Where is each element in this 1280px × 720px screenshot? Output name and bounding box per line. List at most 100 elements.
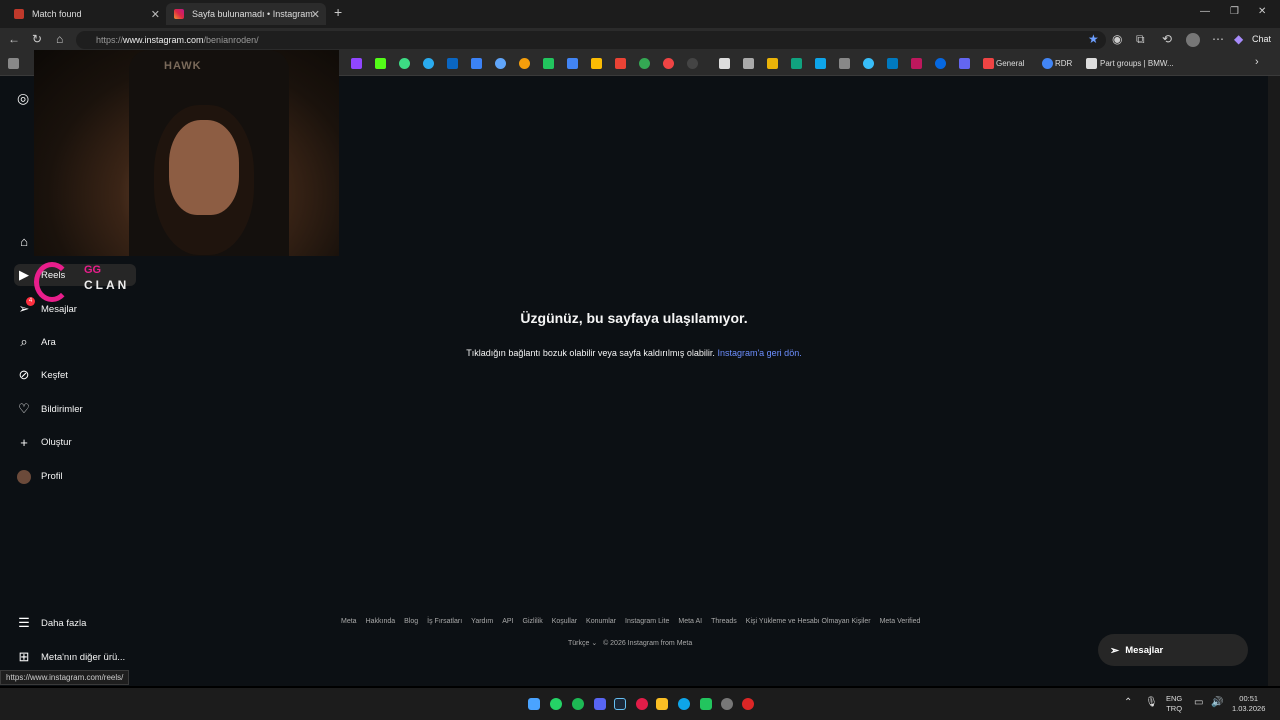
back-icon[interactable]: ← bbox=[8, 32, 20, 46]
sidebar-item-notifications[interactable]: ♡ Bildirimler bbox=[14, 398, 83, 420]
footer-link[interactable]: Koşullar bbox=[552, 618, 577, 625]
discord-icon[interactable] bbox=[594, 698, 606, 710]
page-icon[interactable] bbox=[1086, 58, 1097, 69]
bookmark-general[interactable]: General bbox=[996, 59, 1024, 68]
bookmark-icon[interactable] bbox=[8, 58, 19, 69]
messages-button[interactable]: ➢ Mesajlar bbox=[1098, 634, 1248, 666]
app-icon[interactable] bbox=[636, 698, 648, 710]
twitch-icon[interactable] bbox=[351, 58, 362, 69]
footer-link[interactable]: Blog bbox=[404, 618, 418, 625]
bookmark-icon[interactable] bbox=[743, 58, 754, 69]
footer-link[interactable]: Gizlilik bbox=[523, 618, 543, 625]
footer-link[interactable]: Yardım bbox=[471, 618, 493, 625]
app-icon[interactable] bbox=[742, 698, 754, 710]
windows-taskbar: ⌃ 🎙 ENG TRQ ▭ 🔊 00:51 1.03.2026 bbox=[0, 688, 1280, 720]
instagram-logo-icon[interactable]: ◎ bbox=[17, 90, 29, 107]
url-path: /benianroden/ bbox=[203, 35, 259, 45]
sidebar-item-meta-products[interactable]: ⊞ Meta'nın diğer ürü... bbox=[14, 646, 126, 668]
url-bar[interactable]: https://www.instagram.com/benianroden/ bbox=[76, 31, 1106, 49]
bookmark-icon[interactable] bbox=[839, 58, 850, 69]
minimize-icon[interactable]: — bbox=[1200, 6, 1210, 17]
bookmark-icon[interactable] bbox=[911, 58, 922, 69]
tab-instagram[interactable]: Sayfa bulunamadı • Instagram ✕ bbox=[166, 3, 326, 25]
bookmark-icon[interactable] bbox=[983, 58, 994, 69]
new-tab-icon[interactable]: + bbox=[334, 4, 342, 20]
display-icon[interactable]: ▭ bbox=[1194, 698, 1203, 708]
bookmark-part-groups[interactable]: Part groups | BMW... bbox=[1100, 59, 1174, 68]
bookmark-icon[interactable] bbox=[663, 58, 674, 69]
footer-link[interactable]: Kişi Yükleme ve Hesabı Olmayan Kişiler bbox=[746, 618, 871, 625]
close-tab-icon[interactable]: ✕ bbox=[151, 8, 160, 21]
chatgpt-icon[interactable] bbox=[791, 58, 802, 69]
footer-link[interactable]: Threads bbox=[711, 618, 737, 625]
file-explorer-icon[interactable] bbox=[656, 698, 668, 710]
bookmark-icon[interactable] bbox=[815, 58, 826, 69]
spotify-icon[interactable] bbox=[572, 698, 584, 710]
profile-avatar[interactable] bbox=[1186, 33, 1200, 47]
bookmark-icon[interactable] bbox=[959, 58, 970, 69]
docs-icon[interactable] bbox=[567, 58, 578, 69]
reload-icon[interactable]: ↻ bbox=[32, 32, 42, 46]
copilot-icon[interactable]: ◆ bbox=[1234, 32, 1243, 46]
drive-icon[interactable] bbox=[591, 58, 602, 69]
back-to-instagram-link[interactable]: Instagram'a geri dön. bbox=[717, 348, 801, 358]
chrome-icon[interactable] bbox=[639, 58, 650, 69]
bookmark-icon[interactable] bbox=[767, 58, 778, 69]
sidebar-item-create[interactable]: + Oluştur bbox=[14, 431, 71, 453]
chevron-right-icon[interactable]: › bbox=[1255, 56, 1259, 68]
edge-icon[interactable] bbox=[678, 698, 690, 710]
url-host: www.instagram.com bbox=[123, 35, 204, 45]
footer-link[interactable]: Meta Verified bbox=[880, 618, 921, 625]
footer-link[interactable]: API bbox=[502, 618, 513, 625]
tab-match-found[interactable]: Match found ✕ bbox=[6, 3, 166, 25]
footer-link[interactable]: İş Fırsatları bbox=[427, 618, 462, 625]
history-icon[interactable]: ⟲ bbox=[1162, 32, 1172, 46]
sidebar-item-more[interactable]: ☰ Daha fazla bbox=[14, 612, 86, 634]
sheets-icon[interactable] bbox=[543, 58, 554, 69]
close-window-icon[interactable]: ✕ bbox=[1258, 6, 1266, 17]
chat-button[interactable]: Chat bbox=[1252, 34, 1271, 44]
extensions-icon[interactable]: ⧉ bbox=[1136, 32, 1145, 47]
more-icon[interactable]: ⋯ bbox=[1212, 32, 1224, 46]
home-icon[interactable]: ⌂ bbox=[56, 32, 63, 46]
scrollbar[interactable] bbox=[1268, 76, 1280, 686]
close-tab-icon[interactable]: ✕ bbox=[311, 8, 320, 21]
google-icon[interactable] bbox=[1042, 58, 1053, 69]
whatsapp-icon[interactable] bbox=[550, 698, 562, 710]
meta-icon[interactable] bbox=[935, 58, 946, 69]
footer-link[interactable]: Meta bbox=[341, 618, 357, 625]
chevron-up-icon[interactable]: ⌃ bbox=[1124, 698, 1132, 708]
read-aloud-icon[interactable]: ◉ bbox=[1112, 32, 1122, 46]
footer-link[interactable]: Konumlar bbox=[586, 618, 616, 625]
kick-icon[interactable] bbox=[375, 58, 386, 69]
bookmark-icon[interactable] bbox=[615, 58, 626, 69]
language-indicator[interactable]: ENG TRQ bbox=[1166, 694, 1182, 714]
bookmark-rdr[interactable]: RDR bbox=[1055, 59, 1072, 68]
bookmark-icon[interactable] bbox=[687, 58, 698, 69]
telegram-icon[interactable] bbox=[423, 58, 434, 69]
maximize-icon[interactable]: ❐ bbox=[1230, 6, 1239, 17]
clock[interactable]: 00:51 1.03.2026 bbox=[1232, 694, 1265, 714]
trello-icon[interactable] bbox=[887, 58, 898, 69]
chevron-down-icon[interactable]: ⌄ bbox=[591, 640, 599, 647]
app-icon[interactable] bbox=[700, 698, 712, 710]
bookmark-icon[interactable] bbox=[719, 58, 730, 69]
sidebar-item-explore[interactable]: ⊘ Keşfet bbox=[14, 364, 68, 386]
microphone-icon[interactable]: 🎙 bbox=[1145, 698, 1158, 708]
footer-link[interactable]: Meta AI bbox=[678, 618, 702, 625]
power-icon[interactable] bbox=[399, 58, 410, 69]
language-select[interactable]: Türkçe bbox=[568, 640, 589, 647]
settings-icon[interactable] bbox=[721, 698, 733, 710]
linkedin-icon[interactable] bbox=[447, 58, 458, 69]
sidebar-item-profile[interactable]: Profil bbox=[14, 465, 63, 487]
volume-icon[interactable]: 🔊 bbox=[1211, 698, 1223, 708]
steam-icon[interactable] bbox=[614, 698, 626, 710]
favorite-star-icon[interactable]: ★ bbox=[1088, 32, 1099, 46]
bookmark-icon[interactable] bbox=[471, 58, 482, 69]
bookmark-icon[interactable] bbox=[519, 58, 530, 69]
bookmark-icon[interactable] bbox=[863, 58, 874, 69]
windows-start-icon[interactable] bbox=[528, 698, 540, 710]
footer-link[interactable]: Instagram Lite bbox=[625, 618, 669, 625]
bookmark-icon[interactable] bbox=[495, 58, 506, 69]
footer-link[interactable]: Hakkında bbox=[366, 618, 396, 625]
